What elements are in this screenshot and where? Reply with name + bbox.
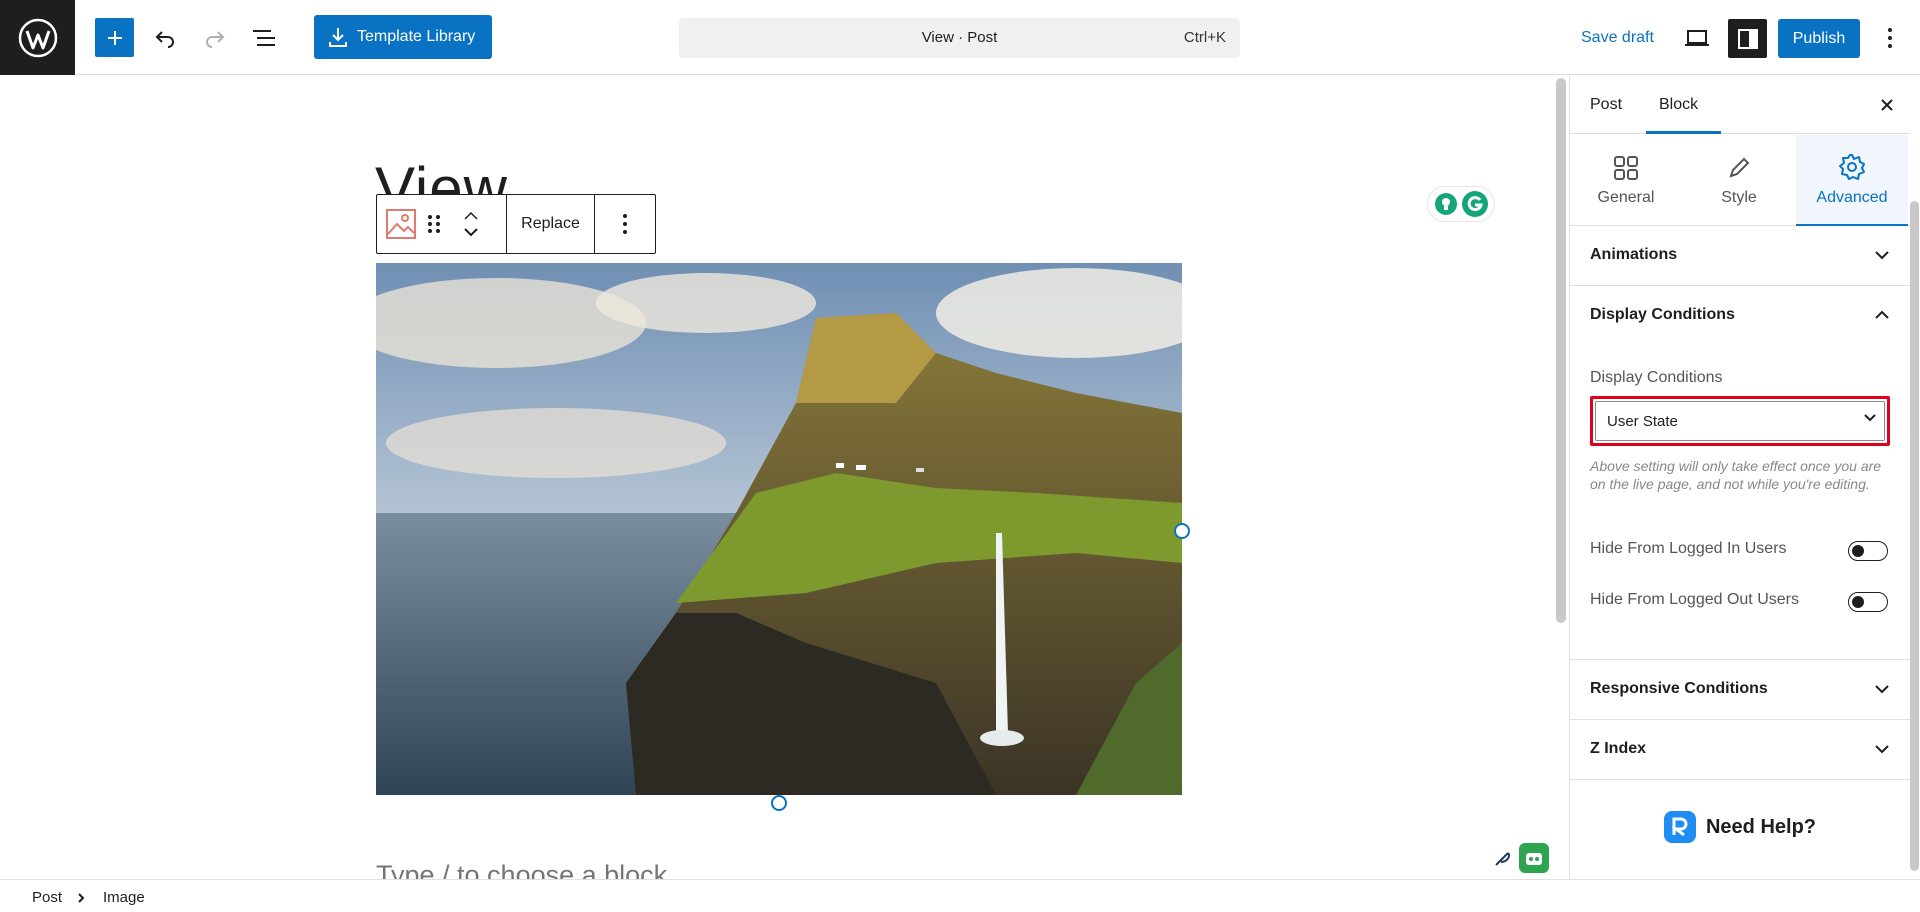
subtab-advanced-label: Advanced <box>1816 188 1888 206</box>
grid-icon <box>1614 155 1638 180</box>
panel-animations[interactable]: Animations <box>1570 226 1910 286</box>
landscape-image <box>376 263 1182 795</box>
chevron-right-icon <box>78 893 85 903</box>
toggle-hide-logged-out[interactable] <box>1848 592 1888 612</box>
chevron-down-icon <box>1875 251 1889 260</box>
add-block-button[interactable] <box>95 18 134 57</box>
chevron-down-icon <box>1875 685 1889 694</box>
panel-display-conditions-title[interactable]: Display Conditions <box>1590 306 1735 324</box>
editor-header: Template Library View · Post Ctrl+K Save… <box>0 0 1920 75</box>
image-block[interactable] <box>376 263 1182 795</box>
subtab-style[interactable]: Style <box>1683 135 1795 226</box>
toggle-label-logged-out: Hide From Logged Out Users <box>1590 591 1799 608</box>
chevron-up-icon[interactable] <box>463 211 479 221</box>
toggle-knob <box>1852 545 1864 557</box>
settings-sidebar-toggle[interactable] <box>1728 19 1767 58</box>
plus-icon <box>107 30 122 45</box>
block-appender-placeholder[interactable]: Type / to choose a block <box>376 860 667 879</box>
wordpress-logo-button[interactable] <box>0 0 75 75</box>
undo-icon <box>155 31 174 48</box>
toggle-hide-logged-in[interactable] <box>1848 541 1888 561</box>
lightbulb-icon <box>1434 193 1457 215</box>
publish-button[interactable]: Publish <box>1778 19 1860 58</box>
laptop-icon <box>1685 30 1709 46</box>
subtab-general-label: General <box>1597 188 1655 206</box>
panel-responsive-conditions-title: Responsive Conditions <box>1590 680 1768 697</box>
panel-z-index-title: Z Index <box>1590 740 1647 757</box>
chevron-down-icon <box>1864 414 1876 422</box>
robot-icon <box>1519 843 1549 873</box>
chevron-down-icon <box>1875 745 1889 754</box>
block-breadcrumb-bar: Post Image <box>0 879 1920 912</box>
panel-animations-title: Animations <box>1590 246 1678 263</box>
subtab-advanced[interactable]: Advanced <box>1796 135 1908 226</box>
rtmkit-logo-icon <box>1663 811 1696 843</box>
settings-sidebar: Post Block General Style Advanced Animat… <box>1569 76 1920 879</box>
list-view-icon <box>253 30 275 46</box>
image-resize-handle-bottom[interactable] <box>771 795 787 811</box>
grammarly-icon <box>1461 191 1488 217</box>
move-buttons <box>463 211 479 237</box>
chevron-down-icon[interactable] <box>463 227 479 237</box>
subtab-style-label: Style <box>1721 188 1757 206</box>
preview-button[interactable] <box>1681 22 1713 54</box>
close-icon <box>1881 99 1893 111</box>
undo-button[interactable] <box>149 22 181 54</box>
wordpress-icon <box>18 18 57 57</box>
assistant-widget[interactable] <box>1487 842 1550 874</box>
redo-button[interactable] <box>199 22 231 54</box>
pencil-icon <box>1729 157 1750 178</box>
template-library-button[interactable]: Template Library <box>314 15 492 59</box>
document-overview-button[interactable] <box>248 22 280 54</box>
image-block-icon[interactable] <box>385 208 417 240</box>
chevron-up-icon[interactable] <box>1874 310 1890 320</box>
active-tab-indicator <box>1646 131 1721 134</box>
sidebar-scrollbar[interactable] <box>1910 201 1919 871</box>
display-conditions-select-inner: User State <box>1595 401 1885 441</box>
sidebar-tabs: Post Block <box>1570 76 1910 134</box>
panel-z-index[interactable]: Z Index <box>1570 720 1910 780</box>
block-settings-subtabs: General Style Advanced <box>1570 135 1910 226</box>
command-bar-title: View · Post <box>921 29 998 46</box>
display-conditions-help-text: Above setting will only take effect once… <box>1590 458 1882 492</box>
more-vertical-icon <box>623 214 627 234</box>
toggle-knob <box>1852 596 1864 608</box>
command-palette-bar[interactable]: View · Post Ctrl+K <box>679 18 1240 58</box>
download-icon <box>329 28 347 47</box>
block-toolbar-group <box>377 195 507 253</box>
image-resize-handle-right[interactable] <box>1174 523 1190 539</box>
block-options-button[interactable] <box>595 195 655 253</box>
redo-icon <box>206 31 225 48</box>
close-sidebar-button[interactable] <box>1875 93 1899 117</box>
replace-button[interactable]: Replace <box>507 195 595 253</box>
options-menu-button[interactable] <box>1874 22 1906 54</box>
feather-icon <box>1495 852 1511 866</box>
breadcrumb-post[interactable]: Post <box>32 889 62 906</box>
sidebar-icon <box>1737 28 1758 49</box>
panel-responsive-conditions[interactable]: Responsive Conditions <box>1570 660 1910 720</box>
display-conditions-selected-value: User State <box>1607 412 1678 430</box>
block-toolbar: Replace <box>376 194 656 254</box>
display-conditions-select[interactable]: User State <box>1590 396 1890 446</box>
save-draft-button[interactable]: Save draft <box>1581 29 1654 47</box>
canvas-scrollbar[interactable] <box>1556 78 1566 623</box>
display-conditions-field-label: Display Conditions <box>1590 369 1723 386</box>
command-bar-shortcut: Ctrl+K <box>1183 29 1226 46</box>
toggle-label-logged-in: Hide From Logged In Users <box>1590 540 1787 557</box>
template-library-label: Template Library <box>357 28 476 45</box>
need-help-label: Need Help? <box>1705 815 1817 838</box>
tab-post[interactable]: Post <box>1590 96 1622 114</box>
need-help-section: Need Help? <box>1570 811 1910 843</box>
gear-icon <box>1839 153 1865 180</box>
more-vertical-icon <box>1888 28 1892 48</box>
editor-canvas: View Replace Type / to choose a block <box>0 76 1550 879</box>
tab-block[interactable]: Block <box>1659 96 1698 114</box>
drag-handle-icon[interactable] <box>427 214 441 234</box>
grammarly-widget[interactable] <box>1427 186 1495 222</box>
breadcrumb-image: Image <box>103 889 145 906</box>
subtab-general[interactable]: General <box>1570 135 1682 226</box>
